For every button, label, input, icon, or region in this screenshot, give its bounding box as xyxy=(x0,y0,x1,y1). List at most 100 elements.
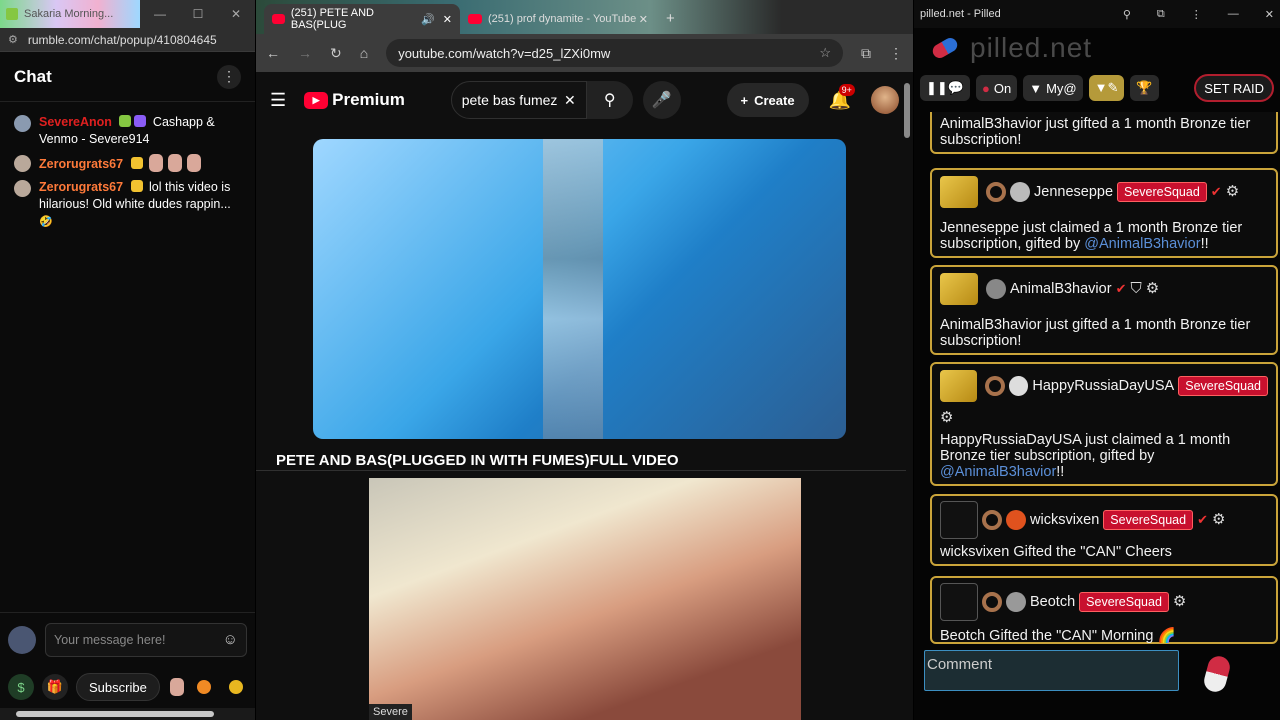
card-username[interactable]: Jenneseppe xyxy=(1034,184,1113,200)
card-username[interactable]: wicksvixen xyxy=(1030,512,1099,528)
gift-filter-icon[interactable]: ▼✎ xyxy=(1088,75,1125,101)
hamburger-menu-icon[interactable]: ☰ xyxy=(270,90,286,111)
card-text: !! xyxy=(1056,464,1065,480)
video-player[interactable] xyxy=(313,139,846,439)
tier-ring-icon xyxy=(986,182,1006,202)
extensions-icon[interactable]: ⧉ xyxy=(1157,8,1165,21)
rumble-tab[interactable]: Sakaria Morning... xyxy=(0,0,140,28)
card-username[interactable]: AnimalB3havior xyxy=(1010,281,1112,297)
voice-search-icon[interactable]: 🎤 xyxy=(642,81,681,119)
comment-placeholder: Comment xyxy=(927,656,993,673)
gift-icon[interactable]: 🎁 xyxy=(42,674,68,700)
browser-tab-active[interactable]: (251) PETE AND BAS(PLUG 🔊 ✕ xyxy=(264,4,460,34)
youtube-window: (251) PETE AND BAS(PLUG 🔊 ✕ (251) prof d… xyxy=(256,0,913,720)
bookmark-star-icon[interactable]: ☆ xyxy=(819,45,831,61)
laugh-emoji-icon: 🤣 xyxy=(39,216,53,228)
youtube-logo[interactable]: ▶ Premium xyxy=(304,90,405,110)
on-label: On xyxy=(993,80,1012,96)
chat-menu-icon[interactable]: ⋮ xyxy=(217,64,241,89)
emote-icon xyxy=(168,154,183,172)
account-avatar[interactable] xyxy=(871,86,899,114)
send-pill-icon[interactable] xyxy=(1201,653,1233,695)
emoji-picker-icon[interactable]: ☺ xyxy=(223,631,238,648)
close-icon[interactable]: ✕ xyxy=(217,0,255,28)
extensions-icon[interactable]: ⧉ xyxy=(861,45,871,62)
minimize-icon[interactable]: — xyxy=(1228,8,1239,21)
close-icon[interactable]: ✕ xyxy=(1265,8,1274,21)
back-icon[interactable]: ← xyxy=(266,45,280,61)
rumble-address-bar[interactable]: ⚙ rumble.com/chat/popup/410804645 xyxy=(0,28,255,52)
tab-title: (251) prof dynamite - YouTube xyxy=(488,13,637,25)
browser-tab[interactable]: (251) prof dynamite - YouTube ✕ xyxy=(460,4,656,34)
site-settings-icon[interactable]: ⚙ xyxy=(8,33,18,46)
search-button[interactable]: ⚲ xyxy=(586,81,633,119)
chat-bubbles-icon[interactable]: ❚❚💬 xyxy=(920,75,970,101)
page-url: youtube.com/watch?v=d25_lZXi0mw xyxy=(398,45,611,61)
youtube-header: ☰ ▶ Premium pete bas fumez ✕ ⚲ 🎤 + Creat… xyxy=(256,72,913,128)
avatar xyxy=(14,155,31,172)
horizontal-scrollbar[interactable] xyxy=(0,708,255,720)
address-bar[interactable]: youtube.com/watch?v=d25_lZXi0mw ☆ xyxy=(386,39,843,67)
youtube-play-icon: ▶ xyxy=(304,91,329,109)
rumble-url: rumble.com/chat/popup/410804645 xyxy=(27,32,217,47)
webcam-video[interactable]: Severe xyxy=(369,478,801,720)
emote-icon[interactable] xyxy=(169,678,184,696)
scrollbar-thumb[interactable] xyxy=(904,83,910,138)
search-input[interactable]: pete bas fumez ✕ xyxy=(450,81,587,119)
trophy-icon[interactable]: 🏆 xyxy=(1130,75,1159,101)
chat-username[interactable]: Zerorugrats67 xyxy=(39,180,123,194)
coin-icon[interactable] xyxy=(228,680,243,694)
comment-input[interactable]: Comment xyxy=(924,650,1179,691)
coin-icon[interactable] xyxy=(196,680,211,694)
gear-icon[interactable]: ⚙ xyxy=(1212,512,1225,528)
speaker-icon[interactable]: 🔊 xyxy=(421,13,435,26)
scrollbar-thumb[interactable] xyxy=(16,711,214,717)
clear-search-icon[interactable]: ✕ xyxy=(564,92,576,109)
mention-link[interactable]: @AnimalB3havior xyxy=(940,464,1056,480)
chat-username[interactable]: Zerorugrats67 xyxy=(39,157,123,171)
tab-close-icon[interactable]: ✕ xyxy=(443,13,452,26)
card-text: AnimalB3havior just gifted a 1 month Bro… xyxy=(940,317,1251,349)
maximize-icon[interactable]: ☐ xyxy=(179,0,217,28)
create-button[interactable]: + Create xyxy=(726,83,809,117)
check-icon: ✔ xyxy=(1197,512,1208,527)
mentions-filter-button[interactable]: ▼ My@ xyxy=(1023,75,1083,101)
gift-card: Beotch SevereSquad ⚙ Beotch Gifted the "… xyxy=(930,576,1278,644)
plus-icon: + xyxy=(740,92,749,108)
gear-icon[interactable]: ⚙ xyxy=(1146,281,1159,297)
tier-ring-icon xyxy=(985,376,1005,396)
home-icon[interactable]: ⌂ xyxy=(360,45,368,61)
new-tab-icon[interactable]: + xyxy=(666,10,675,27)
gear-icon[interactable]: ⚙ xyxy=(1226,184,1239,200)
chat-input-row: Your message here! ☺ xyxy=(0,612,255,666)
gear-icon[interactable]: ⚙ xyxy=(940,410,1268,426)
card-username[interactable]: Beotch xyxy=(1030,594,1075,610)
pilled-window: pilled.net - Pilled ⚲ ⧉ ⋮ — ✕ pilled.net… xyxy=(914,0,1280,720)
gift-card: Jenneseppe SevereSquad ✔ ⚙ Jenneseppe ju… xyxy=(930,168,1278,258)
chat-message-input[interactable]: Your message here! ☺ xyxy=(45,622,247,657)
minimize-icon[interactable]: — xyxy=(141,0,179,28)
subscribe-button[interactable]: Subscribe xyxy=(76,673,160,701)
set-raid-button[interactable]: SET RAID xyxy=(1194,74,1274,102)
card-text: wicksvixen Gifted the "CAN" Cheers xyxy=(940,544,1172,560)
toggle-on-button[interactable]: ● On xyxy=(975,75,1018,101)
menu-kebab-icon[interactable]: ⋮ xyxy=(1191,8,1202,21)
tip-dollar-icon[interactable]: $ xyxy=(8,674,34,700)
video-title: PETE AND BAS(PLUGGED IN WITH FUMES)FULL … xyxy=(276,452,679,469)
rumble-tab-title: Sakaria Morning... xyxy=(24,8,114,20)
forward-icon[interactable]: → xyxy=(298,45,312,61)
vertical-scrollbar[interactable] xyxy=(901,75,913,470)
chat-messages: SevereAnon Cashapp & Venmo - Severe914 Z… xyxy=(0,102,255,233)
mention-link[interactable]: @AnimalB3havior xyxy=(1084,236,1200,252)
reload-icon[interactable]: ↻ xyxy=(330,45,342,62)
gear-icon[interactable]: ⚙ xyxy=(1173,594,1186,610)
tab-close-icon[interactable]: ✕ xyxy=(639,13,648,26)
chat-username[interactable]: SevereAnon xyxy=(39,115,112,129)
notification-count-badge: 9+ xyxy=(838,83,855,96)
chat-input-placeholder: Your message here! xyxy=(54,632,166,647)
can-gift-icon xyxy=(940,501,978,539)
notifications-bell-icon[interactable]: 🔔 9+ xyxy=(829,83,855,111)
menu-kebab-icon[interactable]: ⋮ xyxy=(889,45,903,62)
zoom-icon[interactable]: ⚲ xyxy=(1123,8,1131,21)
card-username[interactable]: HappyRussiaDayUSA xyxy=(1032,378,1174,394)
